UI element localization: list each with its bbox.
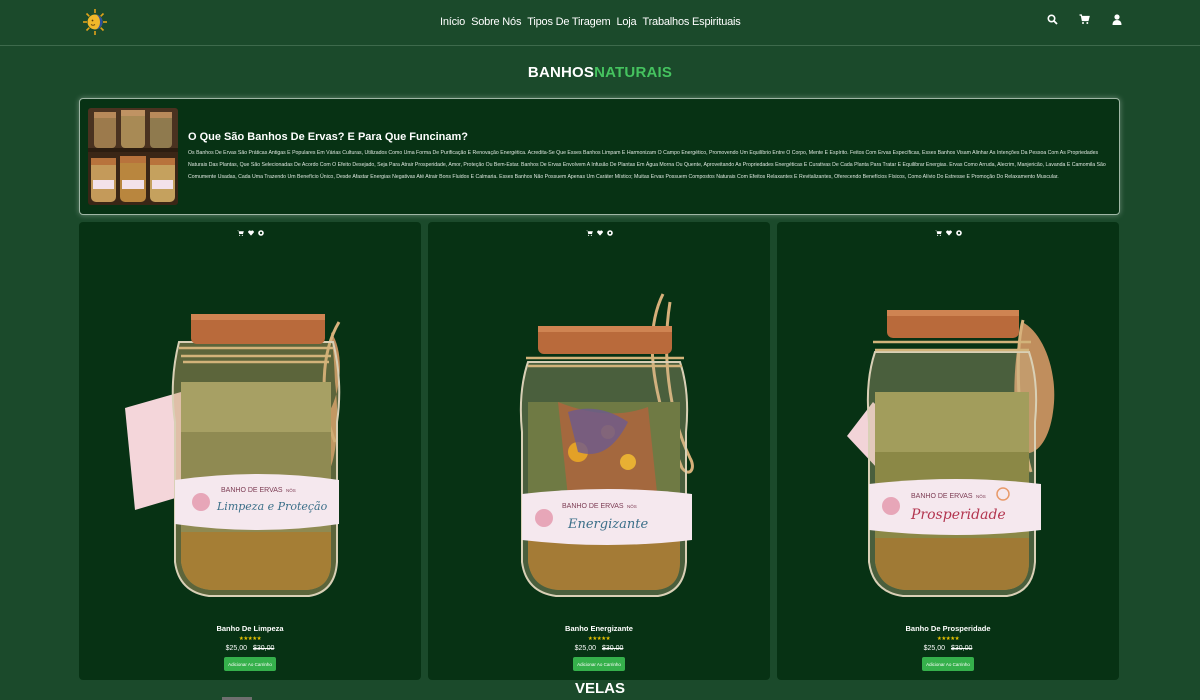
jar-label-tag: NÔS: [286, 487, 296, 493]
cart-icon[interactable]: [1079, 14, 1090, 25]
nav-item-sobre-nos[interactable]: Sobre Nós: [471, 16, 521, 28]
add-to-cart-button[interactable]: Adicionar Ao Carrinho: [573, 657, 625, 671]
page-title: BANHOSNATURAIS: [0, 64, 1200, 81]
old-price: $30,00: [951, 645, 973, 652]
heart-icon[interactable]: [596, 230, 603, 236]
info-title: O Que São Banhos De Ervas? E Para Que Fu…: [188, 131, 468, 143]
herb-jars-photo: [88, 108, 178, 205]
product-card[interactable]: BANHO DE ERVAS NÔS Limpeza e Proteção Ba…: [79, 222, 421, 680]
heart-icon[interactable]: [945, 230, 952, 236]
page-title-part2: NATURAIS: [594, 64, 673, 81]
herbal-bath-info-card: O Que São Banhos De Ervas? E Para Que Fu…: [79, 98, 1120, 215]
jar-label-tag: NÔS: [627, 503, 637, 509]
nav-item-trabalhos-espirituais[interactable]: Trabalhos Espirituais: [642, 16, 740, 28]
rating-stars: ★★★★★: [238, 636, 262, 642]
jar-label-name: Limpeza e Proteção: [216, 500, 328, 513]
jar-label-brand: BANHO DE ERVAS: [911, 493, 973, 500]
old-price: $30,00: [253, 645, 275, 652]
heart-icon[interactable]: [247, 230, 254, 236]
add-to-cart-button[interactable]: Adicionar Ao Carrinho: [224, 657, 276, 671]
section-title-velas: VELAS: [574, 680, 625, 697]
info-description: Os Banhos De Ervas São Práticas Antigas …: [188, 150, 1106, 180]
product-price: $25,00 $30,00: [79, 645, 421, 652]
add-to-cart-button[interactable]: Adicionar Ao Carrinho: [922, 657, 974, 671]
add-to-cart-icon[interactable]: [585, 230, 593, 236]
jar-label-brand: BANHO DE ERVAS: [562, 503, 624, 510]
product-card[interactable]: BANHO DE ERVAS NÔS Prosperidade Banho De…: [777, 222, 1119, 680]
product-price: $25,00 $30,00: [428, 645, 770, 652]
product-name[interactable]: Banho Energizante: [428, 624, 770, 633]
add-to-cart-icon[interactable]: [236, 230, 244, 236]
nav-item-inicio[interactable]: Início: [440, 16, 465, 28]
page-title-part1: BANHOS: [527, 64, 595, 81]
main-nav: Início Sobre Nós Tipos De Tiragem Loja T…: [440, 16, 741, 28]
nav-item-loja[interactable]: Loja: [616, 16, 636, 28]
product-name[interactable]: Banho De Prosperidade: [777, 624, 1119, 633]
current-price: $25,00: [574, 645, 596, 652]
view-icon[interactable]: [606, 230, 613, 236]
jar-label-brand: BANHO DE ERVAS: [221, 487, 283, 494]
current-price: $25,00: [923, 645, 945, 652]
rating-stars: ★★★★★: [936, 636, 960, 642]
nav-item-tipos-de-tiragem[interactable]: Tipos De Tiragem: [527, 16, 610, 28]
card-actions: [428, 230, 770, 236]
jar-label-tag: NÔS: [976, 493, 986, 499]
product-card[interactable]: BANHO DE ERVAS NÔS Energizante Banho Ene…: [428, 222, 770, 680]
product-name[interactable]: Banho De Limpeza: [79, 624, 421, 633]
search-icon[interactable]: [1047, 14, 1058, 25]
jar-label-name: Energizante: [567, 517, 648, 532]
card-actions: [79, 230, 421, 236]
sun-moon-logo[interactable]: [82, 8, 108, 36]
view-icon[interactable]: [257, 230, 264, 236]
product-image[interactable]: BANHO DE ERVAS NÔS Prosperidade: [807, 262, 1089, 602]
add-to-cart-icon[interactable]: [934, 230, 942, 236]
product-image[interactable]: BANHO DE ERVAS NÔS Energizante: [458, 262, 740, 602]
current-price: $25,00: [225, 645, 247, 652]
user-icon[interactable]: [1112, 14, 1122, 25]
old-price: $30,00: [602, 645, 624, 652]
rating-stars: ★★★★★: [587, 636, 611, 642]
jar-label-name: Prosperidade: [910, 507, 1006, 523]
header: Início Sobre Nós Tipos De Tiragem Loja T…: [0, 0, 1200, 46]
card-actions: [777, 230, 1119, 236]
product-price: $25,00 $30,00: [777, 645, 1119, 652]
view-icon[interactable]: [955, 230, 962, 236]
product-image[interactable]: BANHO DE ERVAS NÔS Limpeza e Proteção: [109, 262, 391, 602]
